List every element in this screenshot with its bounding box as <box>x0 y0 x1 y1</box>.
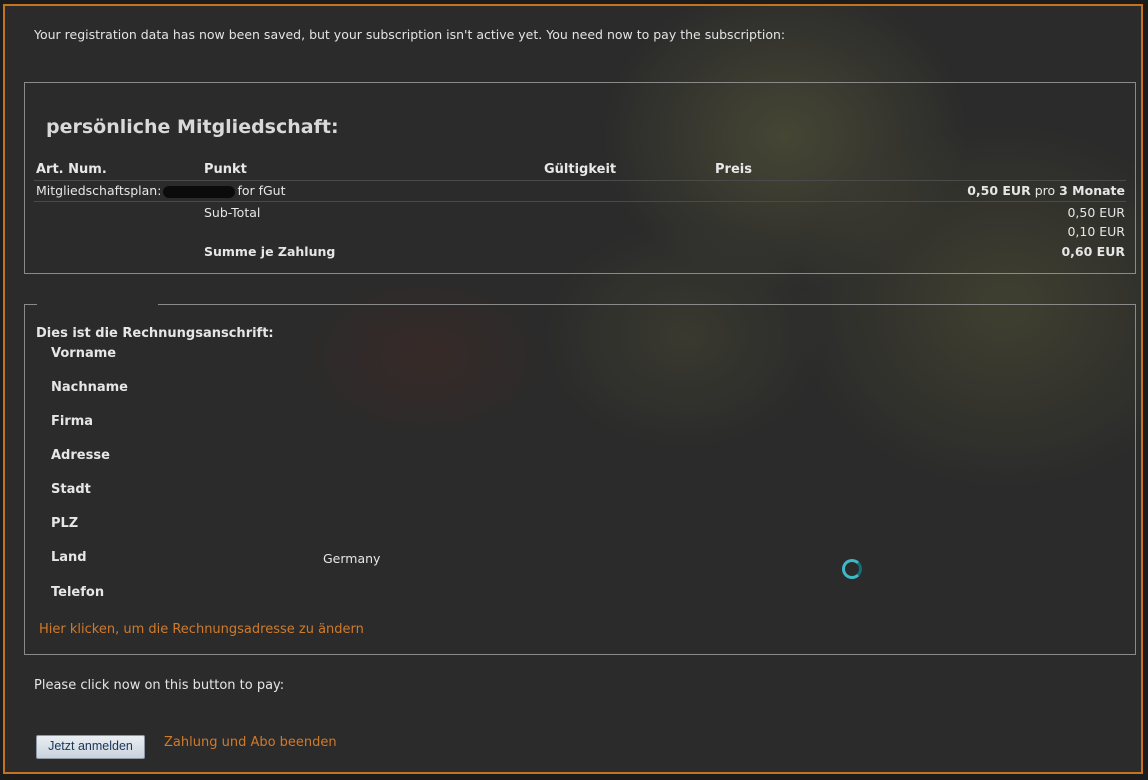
row-divider <box>34 180 1126 181</box>
pay-button[interactable]: Jetzt anmelden <box>36 735 145 759</box>
membership-title: persönliche Mitgliedschaft: <box>46 116 339 138</box>
header-art-num: Art. Num. <box>36 162 107 177</box>
total-label: Summe je Zahlung <box>204 244 336 259</box>
header-preis: Preis <box>715 162 752 177</box>
field-label-firma: Firma <box>51 414 94 429</box>
plan-row-price: 0,50 EUR pro 3 Monate <box>967 183 1125 198</box>
plan-label-suffix: for fGut <box>237 183 286 198</box>
subtotal-label: Sub-Total <box>204 205 261 220</box>
plan-label-prefix: Mitgliedschaftsplan: <box>36 183 162 198</box>
row-divider <box>34 201 1126 202</box>
field-label-adresse: Adresse <box>51 448 110 463</box>
header-gueltigkeit: Gültigkeit <box>544 162 617 177</box>
cancel-payment-link[interactable]: Zahlung und Abo beenden <box>164 735 337 750</box>
redacted-plan-name <box>163 185 236 198</box>
field-label-nachname: Nachname <box>51 380 129 395</box>
tax-value: 0,10 EUR <box>1067 224 1125 239</box>
header-punkt: Punkt <box>204 162 247 177</box>
field-label-land: Land <box>51 550 87 565</box>
billing-title: Dies ist die Rechnungsanschrift: <box>36 326 274 341</box>
plan-price: 0,50 EUR <box>967 183 1031 198</box>
intro-text: Your registration data has now been save… <box>34 27 786 42</box>
pay-prompt: Please click now on this button to pay: <box>34 678 285 693</box>
plan-per: pro <box>1034 183 1056 198</box>
field-label-telefon: Telefon <box>51 585 105 600</box>
field-label-plz: PLZ <box>51 516 79 531</box>
field-label-stadt: Stadt <box>51 482 91 497</box>
subtotal-value: 0,50 EUR <box>1067 205 1125 220</box>
billing-panel <box>24 304 1136 655</box>
membership-panel <box>24 82 1136 274</box>
plan-row-label: Mitgliedschaftsplan: for fGut <box>36 183 286 198</box>
field-value-land: Germany <box>323 551 381 566</box>
plan-period: 3 Monate <box>1059 183 1125 198</box>
total-value: 0,60 EUR <box>1061 244 1125 259</box>
change-billing-address-link[interactable]: Hier klicken, um die Rechnungsadresse zu… <box>39 622 364 637</box>
billing-legend-gap <box>37 302 158 306</box>
loading-spinner-icon <box>842 559 862 579</box>
field-label-vorname: Vorname <box>51 346 117 361</box>
